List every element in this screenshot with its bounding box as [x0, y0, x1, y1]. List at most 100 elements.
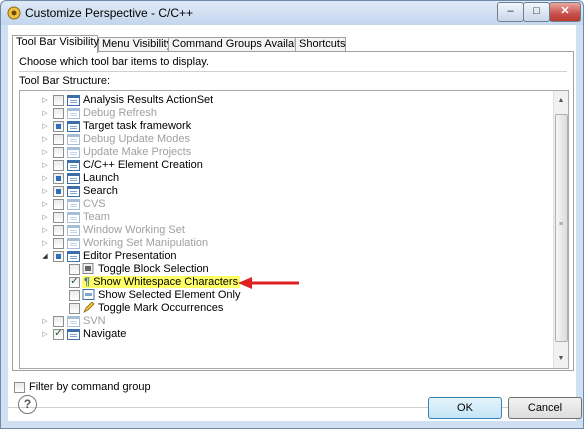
- window-title: Customize Perspective - C/C++: [25, 6, 194, 20]
- checkbox[interactable]: [53, 147, 64, 158]
- expand-icon[interactable]: ▷: [40, 237, 50, 250]
- tree-item[interactable]: ▷ Working Set Manipulation: [20, 237, 550, 250]
- expand-icon[interactable]: ▷: [40, 94, 50, 107]
- expand-icon[interactable]: ▷: [40, 133, 50, 146]
- action-set-icon: [67, 329, 80, 340]
- expand-icon[interactable]: ▷: [40, 224, 50, 237]
- expand-icon[interactable]: ▷: [40, 107, 50, 120]
- checkbox[interactable]: ✓: [53, 329, 64, 340]
- checkbox[interactable]: [53, 121, 64, 132]
- tree-item-label: Editor Presentation: [83, 250, 177, 262]
- expand-icon[interactable]: ▷: [40, 315, 50, 328]
- toolbar-structure-tree[interactable]: ▷ Analysis Results ActionSet ▷ Debug Ref…: [19, 90, 569, 369]
- checkbox[interactable]: [53, 108, 64, 119]
- expand-icon[interactable]: ▷: [40, 146, 50, 159]
- tab-shortcuts[interactable]: Shortcuts: [295, 37, 346, 52]
- expand-icon[interactable]: ▷: [40, 198, 50, 211]
- tree-item[interactable]: ▷ Debug Refresh: [20, 107, 550, 120]
- tree-item[interactable]: ▷ C/C++ Element Creation: [20, 159, 550, 172]
- tree-item[interactable]: Show Selected Element Only: [20, 289, 550, 302]
- tree-item[interactable]: ▷ SVN: [20, 315, 550, 328]
- tree-item-label: Toggle Mark Occurrences: [98, 302, 224, 314]
- title-bar[interactable]: Customize Perspective - C/C++ – □ ✕: [1, 1, 583, 25]
- checkbox[interactable]: [53, 251, 64, 262]
- expand-icon[interactable]: ▷: [40, 120, 50, 133]
- tree-item-label: Toggle Block Selection: [98, 263, 209, 275]
- tree-item[interactable]: ✓ ¶ Show Whitespace Characters: [20, 276, 550, 289]
- expand-icon[interactable]: ▷: [40, 172, 50, 185]
- tree-item[interactable]: ◢ Editor Presentation: [20, 250, 550, 263]
- tree-item-label: Analysis Results ActionSet: [83, 94, 214, 106]
- pilcrow-icon: ¶: [84, 276, 91, 288]
- tree-item[interactable]: ▷ Launch: [20, 172, 550, 185]
- expand-icon[interactable]: ▷: [40, 159, 50, 172]
- checkbox[interactable]: [53, 134, 64, 145]
- tree-item[interactable]: Toggle Mark Occurrences: [20, 302, 550, 315]
- checkbox[interactable]: [53, 160, 64, 171]
- action-set-icon: [67, 147, 80, 158]
- filter-label: Filter by command group: [29, 381, 151, 393]
- tab-panel: Choose which tool bar items to display. …: [12, 51, 574, 371]
- tree-item[interactable]: ▷ Debug Update Modes: [20, 133, 550, 146]
- tab-menu-visibility[interactable]: Menu Visibility: [98, 37, 172, 52]
- tree-item[interactable]: ▷ Analysis Results ActionSet: [20, 94, 550, 107]
- dialog-content: Tool Bar Visibility Menu Visibility Comm…: [8, 25, 582, 421]
- tree-item[interactable]: ▷ Target task framework: [20, 120, 550, 133]
- scroll-up-icon[interactable]: ▲: [554, 97, 568, 104]
- checkbox[interactable]: [53, 225, 64, 236]
- action-set-icon: [67, 173, 80, 184]
- filter-checkbox[interactable]: [14, 382, 25, 393]
- checkbox[interactable]: [53, 95, 64, 106]
- vertical-scrollbar[interactable]: ▲ ≡ ▼: [553, 91, 568, 368]
- tree-item-label: Team: [83, 211, 110, 223]
- tree-item[interactable]: ▷ Window Working Set: [20, 224, 550, 237]
- tab-tool-bar-visibility[interactable]: Tool Bar Visibility: [12, 35, 99, 53]
- scrollbar-thumb[interactable]: [555, 114, 568, 342]
- tree-item-label: Target task framework: [83, 120, 192, 132]
- checkbox[interactable]: [69, 303, 80, 314]
- tab-command-groups-availability[interactable]: Command Groups Availability: [168, 37, 316, 52]
- checkbox[interactable]: [69, 290, 80, 301]
- checkbox[interactable]: [53, 199, 64, 210]
- ok-button[interactable]: OK: [428, 397, 502, 419]
- checkbox[interactable]: [69, 264, 80, 275]
- tree-item[interactable]: ▷ Update Make Projects: [20, 146, 550, 159]
- separator: [19, 71, 567, 72]
- tree-item-label: Show Whitespace Characters: [93, 276, 239, 288]
- action-set-icon: [67, 225, 80, 236]
- action-set-icon: [67, 160, 80, 171]
- structure-label: Tool Bar Structure:: [19, 75, 111, 87]
- expand-icon[interactable]: ▷: [40, 211, 50, 224]
- action-set-icon: [67, 121, 80, 132]
- minimize-button[interactable]: –: [497, 2, 524, 22]
- tree-item[interactable]: ▷ ✓ Navigate: [20, 328, 550, 341]
- checkbox[interactable]: [53, 173, 64, 184]
- maximize-button[interactable]: □: [523, 2, 550, 22]
- close-button[interactable]: ✕: [549, 2, 581, 22]
- checkbox[interactable]: [53, 316, 64, 327]
- action-set-icon: [67, 238, 80, 249]
- tree-item[interactable]: Toggle Block Selection: [20, 263, 550, 276]
- action-set-icon: [67, 95, 80, 106]
- tree-item[interactable]: ▷ CVS: [20, 198, 550, 211]
- help-icon[interactable]: ?: [18, 395, 37, 414]
- tree-item[interactable]: ▷ Search: [20, 185, 550, 198]
- cancel-button[interactable]: Cancel: [508, 397, 582, 419]
- checkbox[interactable]: [53, 186, 64, 197]
- checkbox[interactable]: [53, 212, 64, 223]
- tree-item-label: Show Selected Element Only: [98, 289, 241, 301]
- checkbox[interactable]: ✓: [69, 277, 80, 288]
- tree-item-label: SVN: [83, 315, 106, 327]
- tree-item-label: Window Working Set: [83, 224, 185, 236]
- action-set-icon: [67, 186, 80, 197]
- highlighted-item: ¶ Show Whitespace Characters: [82, 276, 241, 289]
- scroll-down-icon[interactable]: ▼: [554, 355, 568, 362]
- action-set-icon: [67, 199, 80, 210]
- collapse-icon[interactable]: ◢: [40, 250, 50, 263]
- selected-element-icon: [82, 289, 95, 300]
- highlighter-icon: [83, 302, 95, 313]
- tree-item[interactable]: ▷ Team: [20, 211, 550, 224]
- expand-icon[interactable]: ▷: [40, 185, 50, 198]
- checkbox[interactable]: [53, 238, 64, 249]
- expand-icon[interactable]: ▷: [40, 328, 50, 341]
